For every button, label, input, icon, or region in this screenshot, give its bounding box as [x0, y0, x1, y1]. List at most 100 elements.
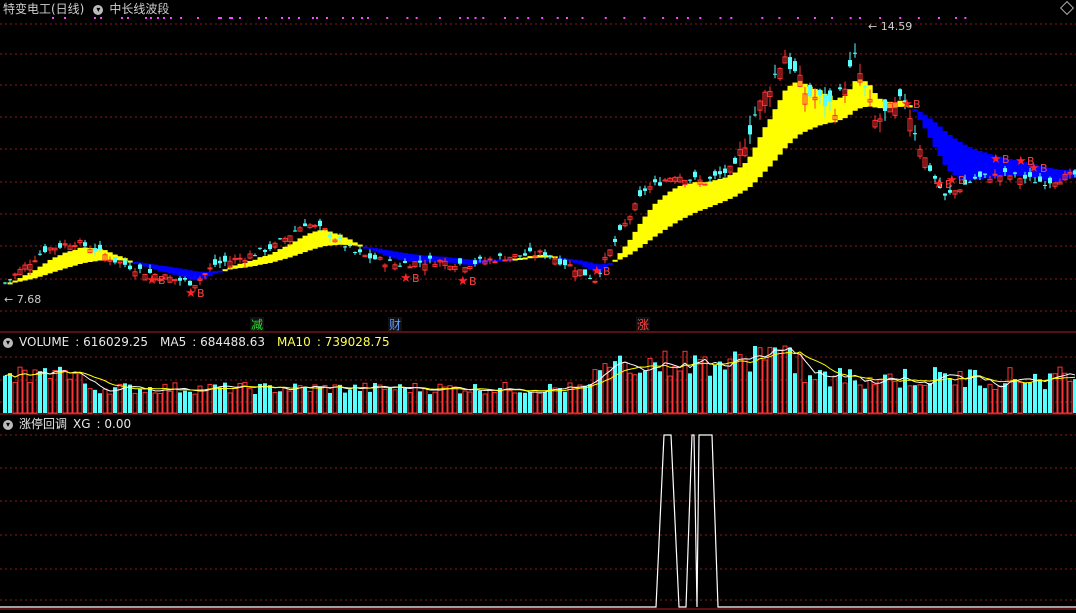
chart-header: 特变电工(日线) ▾ 中长线波段: [0, 0, 175, 18]
candle-body: [773, 73, 777, 75]
trend-band-segment: [717, 178, 723, 204]
trend-band-segment: [722, 177, 728, 202]
volume-bar: [797, 353, 803, 414]
signal-dot: [719, 17, 722, 19]
volume-bar: [727, 358, 733, 414]
volume-bar: [528, 391, 532, 413]
trend-band-segment: [922, 114, 928, 129]
volume-bar: [348, 389, 352, 413]
signal-dot: [312, 17, 314, 19]
volume-bar: [107, 393, 113, 414]
candle-body: [3, 282, 7, 284]
trend-band-segment: [277, 249, 283, 261]
signal-dot: [899, 17, 902, 19]
trend-band-segment: [787, 85, 793, 144]
candle-body: [823, 94, 827, 107]
trend-band-segment: [732, 172, 738, 197]
volume-bar: [672, 365, 678, 414]
trend-band-segment: [322, 229, 328, 247]
signal-dot: [662, 17, 665, 19]
candle-body: [613, 238, 617, 243]
trend-band-segment: [77, 247, 83, 265]
candle-body: [178, 277, 182, 281]
chart-canvas[interactable]: ★ B★ B★ B ★ B★ B★ B★ B★ B★ B ★ B★ B ← 14.59← 7.68减财涨: [0, 0, 1076, 613]
trend-band-segment: [852, 81, 858, 111]
trend-band-segment: [932, 122, 938, 147]
volume-bar: [658, 371, 662, 413]
indicator-name[interactable]: 中长线波段: [109, 2, 169, 16]
high-price-label: ← 14.59: [868, 20, 912, 33]
volume-bar: [192, 393, 198, 414]
volume-bar: [592, 368, 598, 414]
volume-bar: [157, 392, 163, 414]
volume-bar: [312, 384, 318, 414]
volume-bar: [607, 366, 613, 414]
trend-band-segment: [302, 235, 308, 253]
candle-body: [128, 265, 132, 270]
trend-band-segment: [692, 182, 698, 213]
volume-bar: [432, 391, 438, 414]
candle-body: [618, 225, 622, 230]
trend-band-segment: [677, 185, 683, 221]
buy-signal-label: B: [412, 272, 420, 285]
volume-bar: [987, 383, 993, 414]
volume-bar: [263, 383, 267, 413]
candle-body: [943, 193, 947, 196]
candle-body: [863, 86, 867, 88]
volume-bar: [93, 389, 97, 413]
signal-dot: [316, 17, 318, 19]
signal-dot: [858, 17, 861, 19]
candle-body: [183, 278, 187, 280]
candle-body: [278, 238, 282, 240]
candle-body: [662, 179, 668, 182]
volume-bar: [398, 384, 402, 413]
volume-bar: [952, 384, 958, 414]
volume-bar: [863, 388, 867, 413]
candle-body: [138, 264, 142, 269]
candle-body: [828, 90, 832, 102]
volume-bar: [183, 390, 187, 413]
candle-body: [263, 250, 267, 252]
volume-bar: [793, 373, 797, 413]
signal-dot: [831, 17, 834, 19]
trend-band-segment: [272, 251, 278, 262]
candle-body: [658, 182, 662, 186]
trend-band-segment: [142, 263, 148, 267]
trend-band-segment: [37, 266, 43, 277]
candle-body: [848, 60, 852, 67]
volume-bar: [558, 388, 562, 413]
signal-dot: [239, 17, 241, 19]
trend-band-segment: [727, 175, 733, 199]
candle-body: [688, 179, 692, 181]
volume-bar: [188, 391, 192, 413]
trend-band-segment: [622, 246, 628, 258]
signal-dot: [581, 17, 584, 19]
buy-signal-label: B: [197, 287, 205, 300]
trend-band-segment: [52, 257, 58, 272]
volume-bar: [138, 388, 142, 413]
volume-bar: [907, 385, 913, 414]
chevron-down-icon[interactable]: ▾: [93, 4, 104, 15]
volume-bar: [428, 394, 432, 413]
volume-bar: [892, 380, 898, 414]
buy-signal-label: B: [158, 274, 166, 287]
trend-band-segment: [257, 257, 263, 265]
signal-dot: [699, 17, 702, 19]
trend-band-segment: [657, 199, 663, 234]
volume-bar: [498, 387, 502, 413]
candle-body: [428, 255, 432, 259]
volume-bar: [278, 391, 282, 413]
volume-bar: [218, 387, 222, 413]
volume-bar: [132, 392, 138, 414]
chevron-down-icon[interactable]: ▾: [3, 337, 13, 348]
candle-body: [473, 260, 477, 265]
volume-bar: [3, 375, 7, 413]
volume-bar: [627, 372, 633, 414]
trend-band-segment: [12, 280, 18, 283]
xg-label: XG: [73, 417, 91, 431]
chevron-down-icon[interactable]: ▾: [3, 419, 13, 430]
candle-body: [207, 267, 213, 270]
signal-dot: [814, 17, 816, 19]
candle-body: [93, 248, 97, 252]
signal-dot: [265, 17, 267, 19]
